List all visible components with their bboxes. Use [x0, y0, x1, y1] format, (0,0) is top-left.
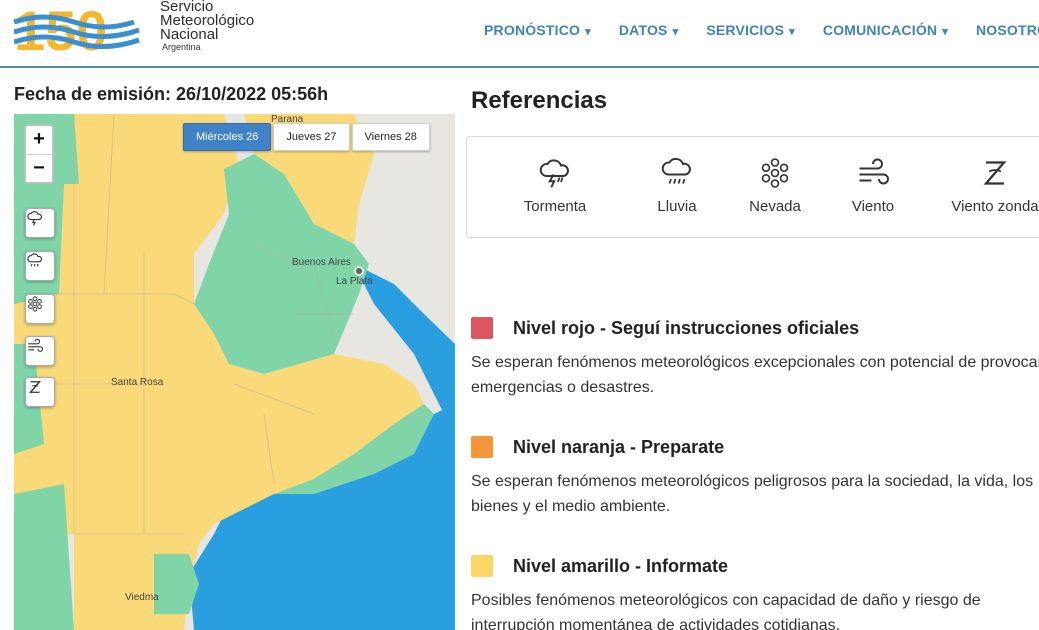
filter-rain-button[interactable] — [25, 251, 55, 281]
level-orange-title: Nivel naranja - Preparate — [513, 437, 725, 457]
tab-viernes-28[interactable]: Viernes 28 — [351, 123, 430, 151]
snow-icon — [761, 158, 789, 188]
zoom-in-button[interactable]: + — [26, 126, 52, 154]
legend-item-viento: Viento — [823, 155, 923, 215]
city-label-buenos-aires: Buenos Aires — [292, 257, 351, 268]
caret-down-icon: ▾ — [585, 26, 591, 38]
filter-storm-button[interactable] — [25, 208, 55, 238]
alert-map[interactable]: Buenos Aires La Plata Santa Rosa Viedma … — [14, 114, 455, 630]
legend-item-tormenta: Tormenta — [505, 155, 605, 215]
city-label-viedma: Viedma — [125, 592, 159, 603]
level-red-description: Se esperan fenómenos meteorológicos exce… — [471, 354, 1039, 396]
zoom-out-button[interactable]: − — [26, 154, 52, 182]
site-header: 150 Servicio Meteorológico Nacional Arge… — [0, 0, 1039, 68]
smn-150-logo-icon: 150 — [13, 0, 140, 62]
level-orange-swatch — [471, 436, 493, 458]
city-label-la-plata: La Plata — [336, 276, 373, 287]
filter-wind-button[interactable] — [25, 336, 55, 366]
nav-comunicacion[interactable]: COMUNICACIÓN ▾ — [823, 22, 948, 38]
caret-down-icon: ▾ — [942, 26, 948, 38]
tab-miercoles-26[interactable]: Miércoles 26 — [183, 123, 272, 151]
level-yellow-swatch — [471, 555, 493, 577]
day-tabs: Miércoles 26 Jueves 27 Viernes 28 — [181, 123, 430, 151]
wind-icon — [28, 338, 44, 352]
references-title: Referencias — [471, 87, 608, 114]
filter-snow-button[interactable] — [25, 294, 55, 324]
nav-nosotros[interactable]: NOSOTROS — [976, 22, 1039, 38]
snow-icon — [28, 296, 42, 312]
level-yellow-description: Posibles fenómenos meteorológicos con ca… — [471, 592, 981, 630]
level-red-title: Nivel rojo - Seguí instrucciones oficial… — [513, 318, 860, 338]
legend-item-nevada: Nevada — [725, 155, 825, 215]
wind-icon — [859, 158, 889, 185]
zonda-icon — [983, 161, 1007, 185]
main-nav: PRONÓSTICO ▾ DATOS ▾ SERVICIOS ▾ COMUNICACI… — [470, 22, 1039, 38]
smn-logo[interactable]: 150 Servicio Meteorológico Nacional Arge… — [13, 0, 264, 62]
nav-datos[interactable]: DATOS ▾ — [619, 22, 678, 38]
level-orange-description: Se esperan fenómenos meteorológicos peli… — [471, 473, 1034, 515]
storm-icon — [27, 211, 43, 226]
logo-wordmark: Servicio Meteorológico Nacional Argentin… — [160, 0, 255, 52]
storm-icon — [539, 159, 569, 188]
tab-jueves-27[interactable]: Jueves 27 — [273, 123, 350, 151]
zoom-control: + − — [24, 124, 54, 184]
city-label-santa-rosa: Santa Rosa — [111, 377, 164, 388]
level-red-swatch — [471, 317, 493, 339]
caret-down-icon: ▾ — [789, 26, 795, 38]
rain-icon — [27, 253, 43, 267]
legend-item-lluvia: Lluvia — [627, 155, 727, 215]
legend-item-viento-zonda: Viento zonda — [945, 155, 1039, 215]
level-yellow-title: Nivel amarillo - Informate — [513, 556, 729, 576]
references-legend: Tormenta Lluvia Nevada Viento Viento zon… — [466, 136, 1039, 238]
map-canvas — [14, 114, 455, 630]
nav-pronostico[interactable]: PRONÓSTICO ▾ — [484, 22, 591, 38]
rain-icon — [661, 157, 691, 184]
nav-servicios[interactable]: SERVICIOS ▾ — [706, 22, 795, 38]
caret-down-icon: ▾ — [672, 26, 679, 38]
zonda-icon — [29, 381, 41, 393]
emission-date: Fecha de emisión: 26/10/2022 05:56h — [14, 84, 329, 104]
filter-zonda-button[interactable] — [25, 377, 55, 407]
